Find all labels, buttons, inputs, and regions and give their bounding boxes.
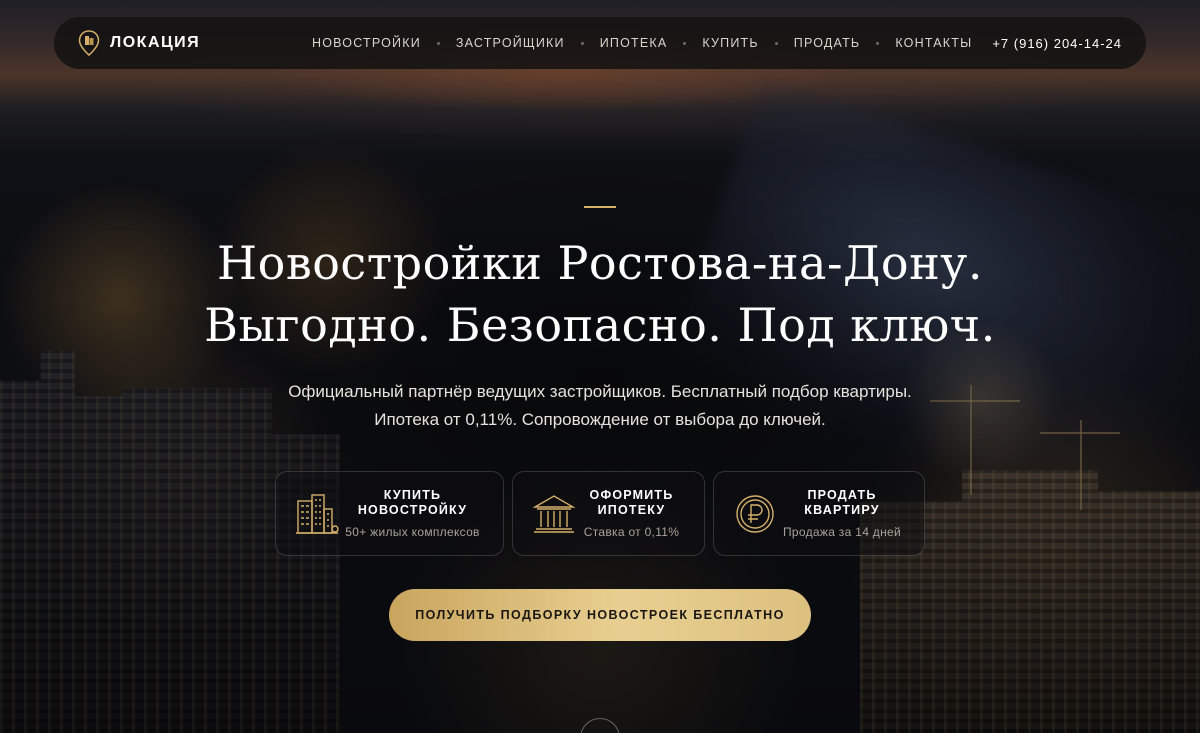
nav-item-zastroyshchiki[interactable]: ЗАСТРОЙЩИКИ [442,36,579,50]
nav-separator [436,41,440,45]
card-body: КУПИТЬ НОВОСТРОЙКУ 50+ жилых комплексов [340,488,485,539]
card-title-line: ОФОРМИТЬ [589,488,674,502]
logo[interactable]: ЛОКАЦИЯ [78,30,298,56]
hero-accent-line [584,206,616,208]
nav-item-novostroyki[interactable]: НОВОСТРОЙКИ [298,36,435,50]
card-title: КУПИТЬ НОВОСТРОЙКУ [340,488,485,518]
card-body: ОФОРМИТЬ ИПОТЕКУ Ставка от 0,11% [577,488,686,539]
nav-separator [774,41,778,45]
hero-title-line: Новостройки Ростова-на-Дону. [217,236,983,290]
card-note: 50+ жилых комплексов [345,525,480,539]
nav-item-prodat[interactable]: ПРОДАТЬ [780,36,875,50]
card-title-line: КВАРТИРУ [804,503,880,517]
phone-link[interactable]: +7 (916) 204-14-24 [992,36,1122,51]
card-title-line: НОВОСТРОЙКУ [357,503,468,517]
hero-subtitle-line: Официальный партнёр ведущих застройщиков… [288,382,912,401]
card-title-line: КУПИТЬ [383,488,442,502]
main-nav: НОВОСТРОЙКИ ЗАСТРОЙЩИКИ ИПОТЕКА КУПИТЬ П… [298,36,986,50]
buildings-icon [296,493,339,534]
card-title: ОФОРМИТЬ ИПОТЕКУ [577,488,686,518]
hero-subtitle-line: Ипотека от 0,11%. Сопровождение от выбор… [374,410,826,429]
card-title: ПРОДАТЬ КВАРТИРУ [778,488,906,518]
hero-subtitle: Официальный партнёр ведущих застройщиков… [0,378,1200,434]
card-note: Ставка от 0,11% [583,525,680,539]
card-title-line: ПРОДАТЬ [807,488,877,502]
card-note: Продажа за 14 дней [782,525,902,539]
nav-separator [876,41,880,45]
location-pin-icon [78,30,100,56]
service-cards: КУПИТЬ НОВОСТРОЙКУ 50+ жилых комплексов … [275,471,925,556]
hero-title-line: Выгодно. Безопасно. Под ключ. [204,298,996,352]
ruble-coin-icon [736,494,774,533]
bank-icon [532,494,576,533]
card-body: ПРОДАТЬ КВАРТИРУ Продажа за 14 дней [778,488,906,539]
nav-separator [683,41,687,45]
get-selection-button[interactable]: ПОЛУЧИТЬ ПОДБОРКУ НОВОСТРОЕК БЕСПЛАТНО [389,589,811,641]
card-mortgage[interactable]: ОФОРМИТЬ ИПОТЕКУ Ставка от 0,11% [512,471,705,556]
card-title-line: ИПОТЕКУ [597,503,666,517]
logo-text: ЛОКАЦИЯ [110,34,201,51]
site-header: ЛОКАЦИЯ НОВОСТРОЙКИ ЗАСТРОЙЩИКИ ИПОТЕКА … [54,17,1146,69]
nav-separator [580,41,584,45]
hero-title: Новостройки Ростова-на-Дону. Выгодно. Бе… [0,232,1200,356]
nav-item-ipoteka[interactable]: ИПОТЕКА [586,36,682,50]
nav-item-kupit[interactable]: КУПИТЬ [688,36,772,50]
card-buy-new-building[interactable]: КУПИТЬ НОВОСТРОЙКУ 50+ жилых комплексов [275,471,504,556]
nav-item-kontakty[interactable]: КОНТАКТЫ [881,36,986,50]
card-sell-apartment[interactable]: ПРОДАТЬ КВАРТИРУ Продажа за 14 дней [713,471,925,556]
